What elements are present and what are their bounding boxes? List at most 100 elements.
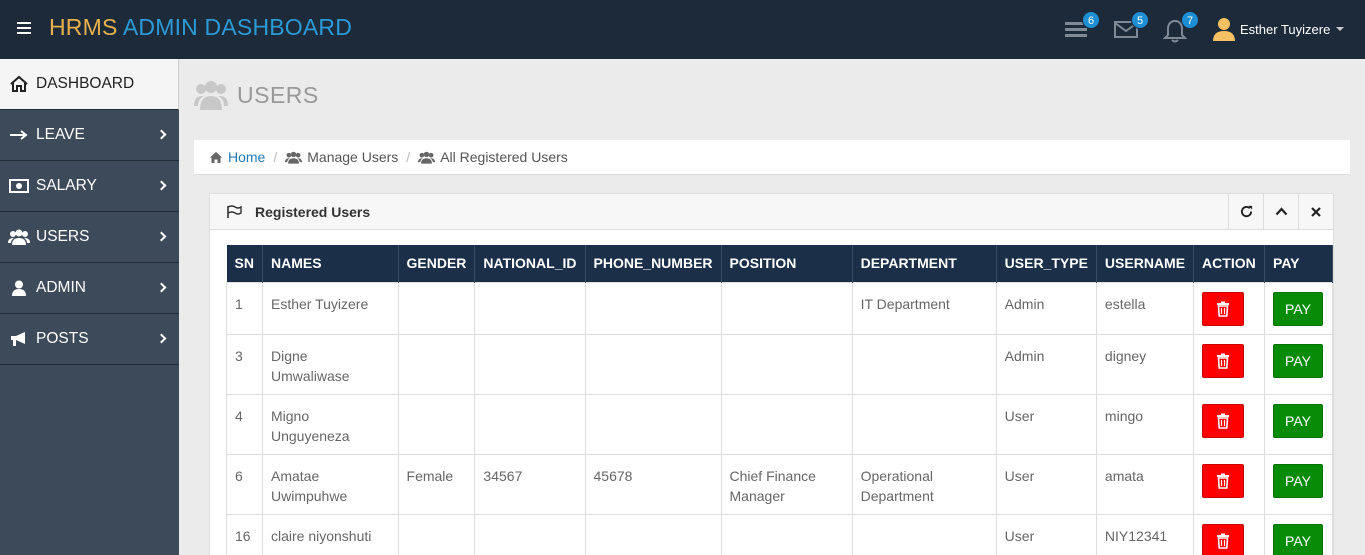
brand-hrms: HRMS xyxy=(49,14,118,40)
arrow-right-icon xyxy=(8,126,30,144)
trash-icon xyxy=(1217,473,1230,489)
pay-button[interactable]: PAY xyxy=(1273,523,1324,555)
refresh-button[interactable] xyxy=(1228,194,1263,229)
cell-position xyxy=(720,513,853,555)
cell-user-type: Admin xyxy=(995,281,1097,335)
delete-button[interactable] xyxy=(1202,463,1245,498)
column-header: PAY xyxy=(1264,245,1333,282)
cell-names: Migno Unguyeneza xyxy=(261,393,399,455)
refresh-icon xyxy=(1240,205,1252,218)
cell-gender xyxy=(397,333,476,395)
collapse-button[interactable] xyxy=(1263,194,1298,229)
cell-pay: PAY xyxy=(1264,281,1333,335)
cell-user-type: Admin xyxy=(995,333,1097,395)
cell-pay: PAY xyxy=(1264,333,1333,395)
tasks-button[interactable]: 6 xyxy=(1064,11,1100,44)
cell-department: Operational Department xyxy=(851,453,997,515)
cell-national-id xyxy=(474,281,586,335)
cell-gender: Female xyxy=(397,453,476,515)
breadcrumb: Home / Manage Users / All Registered Use… xyxy=(194,140,1350,175)
page-title-text: USERS xyxy=(237,81,319,108)
close-icon xyxy=(1311,206,1321,217)
cell-sn: 16 xyxy=(226,513,263,555)
brand-title[interactable]: HRMS ADMIN DASHBOARD xyxy=(49,14,352,41)
cell-phone xyxy=(584,333,722,395)
sidebar-item-posts[interactable]: POSTS xyxy=(0,314,179,365)
sidebar-item-label: DASHBOARD xyxy=(36,75,135,92)
cell-action xyxy=(1193,333,1266,395)
sidebar-item-admin[interactable]: ADMIN xyxy=(0,263,179,314)
sidebar-item-salary[interactable]: SALARY xyxy=(0,161,179,212)
registered-users-panel: Registered Users SN NAMES GENDER NATIONAL_I… xyxy=(209,193,1334,555)
users-icon xyxy=(418,151,436,164)
table-row: 3 Digne Umwaliwase Admin digney PAY xyxy=(226,333,1333,395)
cell-username: digney xyxy=(1095,333,1195,395)
cell-user-type: User xyxy=(995,453,1097,515)
delete-button[interactable] xyxy=(1202,523,1245,555)
top-navbar: HRMS ADMIN DASHBOARD 6 5 7 Esther Tuyize… xyxy=(0,0,1365,59)
delete-button[interactable] xyxy=(1202,343,1245,378)
users-table: SN NAMES GENDER NATIONAL_ID PHONE_NUMBER POSI… xyxy=(226,245,1333,555)
breadcrumb-manage-label: Manage Users xyxy=(307,149,399,165)
pay-button[interactable]: PAY xyxy=(1273,343,1324,378)
cell-department xyxy=(851,333,997,395)
trash-icon xyxy=(1217,301,1230,317)
cell-username: NIY12341 xyxy=(1095,513,1195,555)
cell-phone: 45678 xyxy=(584,453,722,515)
close-button[interactable] xyxy=(1298,194,1333,229)
cell-user-type: User xyxy=(995,513,1097,555)
cell-phone xyxy=(584,281,722,335)
flag-icon xyxy=(227,204,242,218)
user-icon xyxy=(8,279,30,297)
cell-pay: PAY xyxy=(1264,393,1333,455)
column-header: USER_TYPE xyxy=(996,245,1097,282)
chevron-right-icon xyxy=(156,231,167,242)
trash-icon xyxy=(1217,413,1230,429)
cell-action xyxy=(1193,393,1266,455)
user-menu[interactable]: Esther Tuyizere xyxy=(1212,14,1345,44)
cell-username: estella xyxy=(1095,281,1195,335)
menu-toggle-icon[interactable] xyxy=(17,22,31,34)
pay-button[interactable]: PAY xyxy=(1273,403,1324,438)
sidebar-item-dashboard[interactable]: DASHBOARD xyxy=(0,59,179,110)
sidebar-item-leave[interactable]: LEAVE xyxy=(0,110,179,161)
pay-button[interactable]: PAY xyxy=(1273,463,1324,498)
cell-position xyxy=(720,281,853,335)
column-header: POSITION xyxy=(721,245,853,282)
cell-action xyxy=(1193,281,1266,335)
cell-phone xyxy=(584,393,722,455)
cell-department xyxy=(851,393,997,455)
breadcrumb-separator: / xyxy=(406,149,411,165)
table-header-row: SN NAMES GENDER NATIONAL_ID PHONE_NUMBER POSI… xyxy=(226,245,1333,282)
table-row: 16 claire niyonshuti User NIY12341 PAY xyxy=(226,513,1333,555)
column-header: SN xyxy=(226,245,263,282)
column-header: PHONE_NUMBER xyxy=(585,245,722,282)
column-header: NATIONAL_ID xyxy=(474,245,586,282)
chevron-right-icon xyxy=(156,333,167,344)
delete-button[interactable] xyxy=(1202,291,1245,326)
cell-national-id xyxy=(474,333,586,395)
breadcrumb-separator: / xyxy=(273,149,278,165)
cell-names: claire niyonshuti xyxy=(261,513,399,555)
bullhorn-icon xyxy=(8,330,30,348)
notifications-button[interactable]: 7 xyxy=(1162,11,1199,44)
cell-national-id xyxy=(474,513,586,555)
cell-gender xyxy=(397,393,476,455)
users-icon xyxy=(194,81,228,110)
column-header: USERNAME xyxy=(1096,245,1195,282)
brand-admin-dashboard: ADMIN DASHBOARD xyxy=(122,14,353,40)
sidebar-item-label: SALARY xyxy=(36,177,97,194)
messages-button[interactable]: 5 xyxy=(1113,11,1149,44)
cell-pay: PAY xyxy=(1264,453,1333,515)
panel-header: Registered Users xyxy=(210,194,1333,230)
column-header: GENDER xyxy=(398,245,476,282)
sidebar-item-users[interactable]: USERS xyxy=(0,212,179,263)
table-row: 4 Migno Unguyeneza User mingo PAY xyxy=(226,393,1333,455)
pay-button[interactable]: PAY xyxy=(1273,291,1324,326)
sidebar-item-label: POSTS xyxy=(36,330,89,347)
user-avatar-icon xyxy=(1213,18,1235,41)
breadcrumb-manage-users[interactable]: Manage Users xyxy=(285,149,398,165)
breadcrumb-home[interactable]: Home xyxy=(209,149,265,165)
users-icon xyxy=(8,228,30,246)
delete-button[interactable] xyxy=(1202,403,1245,438)
